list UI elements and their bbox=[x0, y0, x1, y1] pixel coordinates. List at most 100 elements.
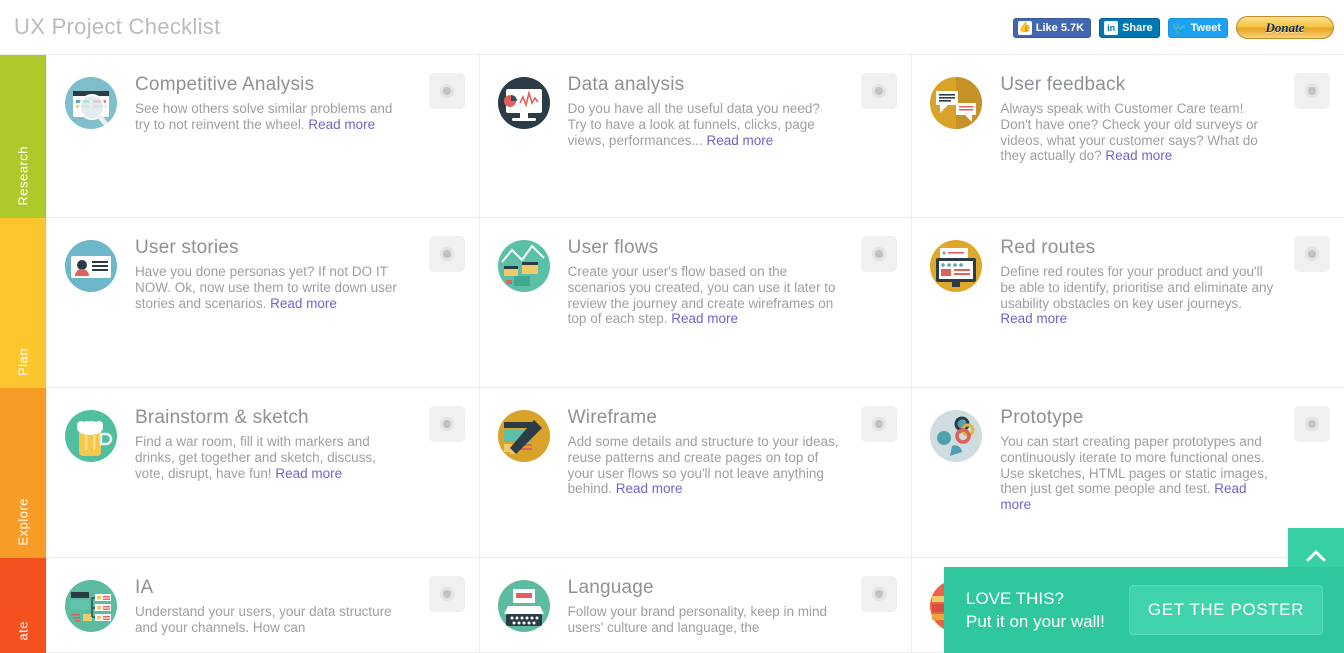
facebook-like-button[interactable]: 👍 Like 5.7K bbox=[1012, 17, 1092, 38]
wireframe-icon bbox=[497, 410, 550, 462]
card-title: Wireframe bbox=[567, 407, 658, 428]
card-title: Competitive Analysis bbox=[135, 74, 315, 95]
card-description-text: Have you done personas yet? If not DO IT… bbox=[135, 264, 397, 311]
read-more-link[interactable]: Read more bbox=[1000, 311, 1067, 326]
card-checkbox[interactable] bbox=[428, 73, 465, 109]
card-checkbox[interactable] bbox=[1294, 406, 1331, 442]
linkedin-icon: in bbox=[1104, 20, 1119, 35]
card-description: Always speak with Customer Care team! Do… bbox=[1000, 101, 1274, 164]
poster-promo-bar: LOVE THIS? Put it on your wall! GET THE … bbox=[944, 567, 1344, 653]
rail-band-ate: ate bbox=[0, 558, 46, 653]
checklist-row: Brainstorm & sketch Find a war room, fill… bbox=[47, 388, 1344, 558]
card-body: Data analysis Do you have all the useful … bbox=[568, 73, 898, 203]
card-checkbox[interactable] bbox=[861, 73, 898, 109]
card-thumbnail bbox=[494, 73, 554, 133]
card-checkbox[interactable] bbox=[861, 406, 898, 442]
get-the-poster-button[interactable]: GET THE POSTER bbox=[1128, 585, 1323, 635]
rail-band-label: Research bbox=[15, 146, 31, 206]
card-checkbox[interactable] bbox=[1294, 73, 1331, 109]
card-checkbox[interactable] bbox=[861, 576, 898, 612]
read-more-link[interactable]: Read more bbox=[1105, 148, 1172, 163]
card-body: Prototype You can start creating paper pr… bbox=[1000, 406, 1330, 543]
checklist-card: User feedback Always speak with Customer … bbox=[912, 55, 1344, 217]
rail-band-label: Plan bbox=[15, 347, 31, 376]
card-title: User flows bbox=[567, 237, 659, 258]
card-thumbnail bbox=[494, 236, 554, 296]
checkbox-dot-icon bbox=[442, 590, 451, 598]
read-more-link[interactable]: Read more bbox=[671, 311, 738, 326]
read-more-link[interactable]: Read more bbox=[275, 466, 342, 481]
read-more-link[interactable]: Read more bbox=[270, 296, 337, 311]
card-thumbnail bbox=[494, 406, 554, 466]
checkbox-dot-icon bbox=[875, 87, 884, 95]
checklist-card: Brainstorm & sketch Find a war room, fill… bbox=[47, 388, 480, 557]
user-feedback-icon bbox=[930, 77, 983, 129]
card-checkbox[interactable] bbox=[428, 406, 465, 442]
checkbox-dot-icon bbox=[1308, 420, 1317, 428]
checkbox-dot-icon bbox=[442, 87, 451, 95]
card-description-text: Add some details and structure to your i… bbox=[567, 434, 839, 497]
card-description: Understand your users, your data structu… bbox=[135, 604, 409, 636]
card-checkbox[interactable] bbox=[428, 576, 465, 612]
card-thumbnail bbox=[61, 236, 121, 296]
data-analysis-icon bbox=[497, 77, 550, 129]
checklist-card: Wireframe Add some details and structure … bbox=[479, 388, 913, 557]
rail-band-label: ate bbox=[15, 621, 31, 641]
checklist-card: Red routes Define red routes for your pro… bbox=[912, 218, 1344, 387]
linkedin-share-label: Share bbox=[1122, 21, 1153, 34]
card-body: Red routes Define red routes for your pro… bbox=[1000, 236, 1330, 373]
donate-button[interactable]: Donate bbox=[1236, 16, 1334, 39]
read-more-link[interactable]: Read more bbox=[308, 117, 375, 132]
thumbs-up-icon: 👍 bbox=[1017, 20, 1032, 35]
checklist-card: IA Understand your users, your data struc… bbox=[47, 558, 480, 652]
card-title: User feedback bbox=[1000, 74, 1126, 95]
twitter-tweet-button[interactable]: 🐦 Tweet bbox=[1167, 17, 1228, 38]
competitive-analysis-icon bbox=[65, 77, 117, 129]
card-checkbox[interactable] bbox=[861, 236, 898, 272]
card-description: Follow your brand personality, keep in m… bbox=[568, 604, 842, 636]
checkbox-dot-icon bbox=[1308, 87, 1317, 95]
rail-band-explore: Explore bbox=[0, 388, 46, 558]
card-checkbox[interactable] bbox=[1294, 236, 1331, 272]
card-body: Language Follow your brand personality, k… bbox=[568, 576, 898, 638]
checkbox-dot-icon bbox=[875, 250, 884, 258]
page-title: UX Project Checklist bbox=[14, 14, 221, 39]
card-description-text: Follow your brand personality, keep in m… bbox=[567, 604, 828, 635]
card-thumbnail bbox=[926, 73, 986, 133]
poster-line-2: Put it on your wall! bbox=[966, 612, 1105, 631]
card-description: Create your user's flow based on the sce… bbox=[568, 264, 842, 327]
poster-line-1: LOVE THIS? bbox=[966, 589, 1064, 608]
twitter-tweet-label: Tweet bbox=[1190, 21, 1221, 34]
red-routes-icon bbox=[930, 240, 983, 292]
rail-band-label: Explore bbox=[15, 498, 31, 546]
page-body: Research Plan Explore ate Competitive Analy… bbox=[0, 55, 1344, 653]
read-more-link[interactable]: Read more bbox=[706, 133, 773, 148]
twitter-bird-icon: 🐦 bbox=[1172, 20, 1188, 35]
card-description: You can start creating paper prototypes … bbox=[1000, 434, 1274, 513]
card-title: Data analysis bbox=[567, 74, 685, 95]
card-description: Define red routes for your product and y… bbox=[1000, 264, 1274, 327]
card-description: Have you done personas yet? If not DO IT… bbox=[135, 264, 409, 311]
ia-icon bbox=[65, 580, 117, 632]
card-description: Do you have all the useful data you need… bbox=[568, 101, 842, 148]
checklist-row: User stories Have you done personas yet? … bbox=[47, 218, 1344, 388]
checkbox-dot-icon bbox=[1308, 250, 1317, 258]
facebook-like-label: Like 5.7K bbox=[1035, 21, 1085, 34]
social-buttons: 👍 Like 5.7K in Share 🐦 Tweet Donate bbox=[1012, 16, 1334, 39]
card-body: Wireframe Add some details and structure … bbox=[568, 406, 898, 543]
checklist-grid: Competitive Analysis See how others solve… bbox=[46, 55, 1344, 653]
card-description: See how others solve similar problems an… bbox=[135, 101, 409, 133]
read-more-link[interactable]: Read more bbox=[616, 481, 683, 496]
card-title: IA bbox=[135, 577, 154, 598]
card-checkbox[interactable] bbox=[428, 236, 465, 272]
linkedin-share-button[interactable]: in Share bbox=[1099, 17, 1160, 38]
card-title: Prototype bbox=[1000, 407, 1084, 428]
checklist-card: User flows Create your user's flow based … bbox=[479, 218, 913, 387]
card-thumbnail bbox=[494, 576, 554, 636]
card-thumbnail bbox=[61, 73, 121, 133]
card-body: User flows Create your user's flow based … bbox=[568, 236, 898, 373]
checkbox-dot-icon bbox=[442, 250, 451, 258]
user-stories-icon bbox=[65, 240, 117, 292]
prototype-icon bbox=[930, 410, 983, 462]
card-body: IA Understand your users, your data struc… bbox=[135, 576, 465, 638]
